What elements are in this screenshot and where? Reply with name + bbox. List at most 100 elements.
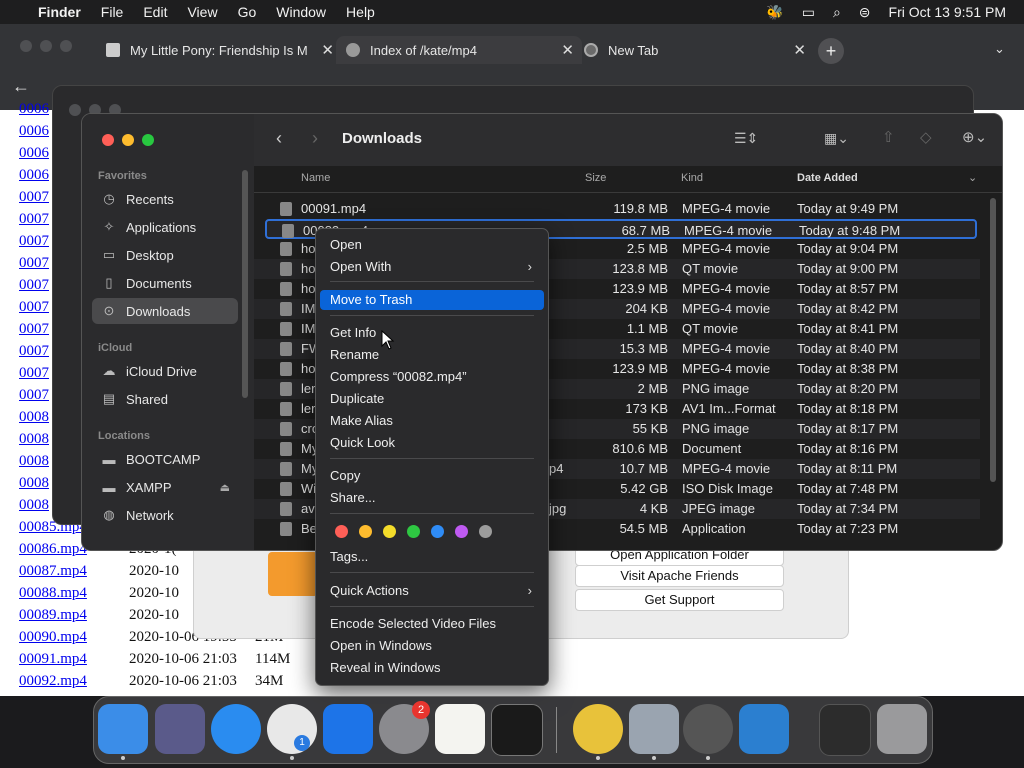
menu-view[interactable]: View — [187, 4, 217, 20]
zoom-icon[interactable] — [142, 134, 154, 146]
list-view-icon[interactable]: ☰⇕ — [734, 130, 758, 147]
terminal-dock-icon[interactable] — [491, 704, 543, 756]
file-link[interactable]: 0008 — [19, 453, 49, 470]
column-date-added[interactable]: Date Added — [797, 172, 858, 184]
sidebar-item-documents[interactable]: ▯ Documents — [92, 270, 238, 296]
file-link[interactable]: 0007 — [19, 299, 49, 316]
zoom-icon[interactable] — [60, 40, 72, 52]
column-name[interactable]: Name — [301, 172, 330, 184]
tag-icon[interactable]: ◇ — [920, 128, 932, 146]
menu-file[interactable]: File — [101, 4, 124, 20]
file-link[interactable]: 0008 — [19, 497, 49, 514]
file-link[interactable]: 0007 — [19, 365, 49, 382]
minimize-icon[interactable] — [122, 134, 134, 146]
file-link[interactable]: 00089.mp4 — [19, 607, 87, 624]
close-tab-icon[interactable]: ✕ — [321, 41, 334, 59]
menu-item-tags[interactable]: Tags... — [320, 547, 544, 567]
file-link[interactable]: 0007 — [19, 211, 49, 228]
sidebar-item-desktop[interactable]: ▭ Desktop — [92, 242, 238, 268]
file-link[interactable]: 0007 — [19, 387, 49, 404]
minimize-icon[interactable] — [40, 40, 52, 52]
tag-color-dot[interactable] — [479, 525, 492, 538]
file-link[interactable]: 00090.mp4 — [19, 629, 87, 646]
share-icon[interactable]: ⇧ — [882, 128, 895, 146]
sidebar-scrollbar[interactable] — [242, 170, 248, 398]
back-arrow-icon[interactable]: ← — [12, 76, 30, 97]
file-link[interactable]: 0006 — [19, 145, 49, 162]
new-tab-button[interactable]: + — [818, 38, 844, 64]
tag-color-dot[interactable] — [383, 525, 396, 538]
tag-color-dot[interactable] — [359, 525, 372, 538]
screen-mirroring-icon[interactable]: ▭ — [802, 4, 815, 21]
file-link[interactable]: 0007 — [19, 343, 49, 360]
menu-go[interactable]: Go — [238, 4, 257, 20]
sidebar-item-xampp[interactable]: ▬ XAMPP ⏏ — [92, 474, 238, 500]
file-link[interactable]: 00091.mp4 — [19, 651, 87, 668]
file-link[interactable]: 0006 — [19, 167, 49, 184]
forward-chevron-icon[interactable]: › — [312, 128, 318, 149]
sidebar-item-shared[interactable]: ▤ Shared — [92, 386, 238, 412]
app-store-dock-icon[interactable] — [323, 704, 373, 754]
sidebar-item-icloud-drive[interactable]: ☁ iCloud Drive — [92, 358, 238, 384]
tag-color-dot[interactable] — [431, 525, 444, 538]
menu-item-move-to-trash[interactable]: Move to Trash — [320, 290, 544, 310]
menu-item-compress[interactable]: Compress “00082.mp4” — [320, 367, 544, 387]
close-icon[interactable] — [102, 134, 114, 146]
chrome-dock-icon[interactable] — [267, 704, 317, 754]
file-link[interactable]: 0007 — [19, 189, 49, 206]
menu-item-copy[interactable]: Copy — [320, 466, 544, 486]
file-link[interactable]: 00087.mp4 — [19, 563, 87, 580]
file-row[interactable]: 00091.mp4 119.8 MB MPEG-4 movie Today at 9:… — [254, 199, 980, 219]
visit-apache-friends-button[interactable]: Visit Apache Friends — [575, 565, 784, 587]
back-chevron-icon[interactable]: ‹ — [276, 128, 282, 149]
sidebar-item-network[interactable]: ◍ Network — [92, 502, 238, 528]
window-preview-dock-icon[interactable] — [819, 704, 871, 756]
tab-index-kate-mp4[interactable]: Index of /kate/mp4 ✕ — [336, 36, 582, 64]
menu-item-reveal-in-windows[interactable]: Reveal in Windows — [320, 658, 544, 678]
file-link[interactable]: 0007 — [19, 277, 49, 294]
menu-item-open-with[interactable]: Open With › — [320, 257, 544, 277]
file-link[interactable]: 00092.mp4 — [19, 673, 87, 690]
textedit-dock-icon[interactable] — [435, 704, 485, 754]
file-link[interactable]: 0006 — [19, 101, 49, 118]
settings-gear-dock-icon[interactable] — [629, 704, 679, 754]
file-link[interactable]: 00088.mp4 — [19, 585, 87, 602]
file-list-scrollbar[interactable] — [990, 198, 996, 482]
column-size[interactable]: Size — [585, 172, 606, 184]
tag-color-dot[interactable] — [335, 525, 348, 538]
trash-dock-icon[interactable] — [877, 704, 927, 754]
bee-status-icon[interactable]: 🐝 — [766, 4, 783, 21]
downloader-dock-icon[interactable] — [683, 704, 733, 754]
menu-item-open[interactable]: Open — [320, 235, 544, 255]
column-kind[interactable]: Kind — [681, 172, 703, 184]
close-icon[interactable] — [20, 40, 32, 52]
tab-search-chevron-icon[interactable]: ⌄ — [994, 41, 1005, 57]
menu-item-get-info[interactable]: Get Info — [320, 323, 544, 343]
menu-finder[interactable]: Finder — [38, 4, 81, 20]
beekeeper-dock-icon[interactable] — [573, 704, 623, 754]
spotlight-search-icon[interactable]: ⌕ — [833, 4, 841, 21]
menu-item-encode-video[interactable]: Encode Selected Video Files — [320, 614, 544, 634]
menu-item-duplicate[interactable]: Duplicate — [320, 389, 544, 409]
tab-new-tab[interactable]: New Tab ✕ — [576, 36, 814, 64]
file-link[interactable]: 0008 — [19, 431, 49, 448]
control-center-icon[interactable]: ⊜ — [859, 4, 871, 21]
eject-icon[interactable]: ⏏ — [220, 481, 230, 494]
file-link[interactable]: 0006 — [19, 123, 49, 140]
menu-item-rename[interactable]: Rename — [320, 345, 544, 365]
menu-item-quick-look[interactable]: Quick Look — [320, 433, 544, 453]
tag-color-dot[interactable] — [407, 525, 420, 538]
file-link[interactable]: 0007 — [19, 255, 49, 272]
sidebar-item-downloads[interactable]: ⊙ Downloads — [92, 298, 238, 324]
file-link[interactable]: 0008 — [19, 475, 49, 492]
menu-window[interactable]: Window — [276, 4, 326, 20]
file-link[interactable]: 0008 — [19, 409, 49, 426]
get-support-button[interactable]: Get Support — [575, 589, 784, 611]
vscode-dock-icon[interactable] — [739, 704, 789, 754]
sort-chevron-icon[interactable]: ⌄ — [968, 171, 977, 184]
file-link[interactable]: 00086.mp4 — [19, 541, 87, 558]
menu-edit[interactable]: Edit — [143, 4, 167, 20]
group-icon[interactable]: ▦⌄ — [824, 130, 849, 147]
tab-my-little-pony[interactable]: My Little Pony: Friendship Is M ✕ — [96, 36, 342, 64]
menu-item-share[interactable]: Share... — [320, 488, 544, 508]
